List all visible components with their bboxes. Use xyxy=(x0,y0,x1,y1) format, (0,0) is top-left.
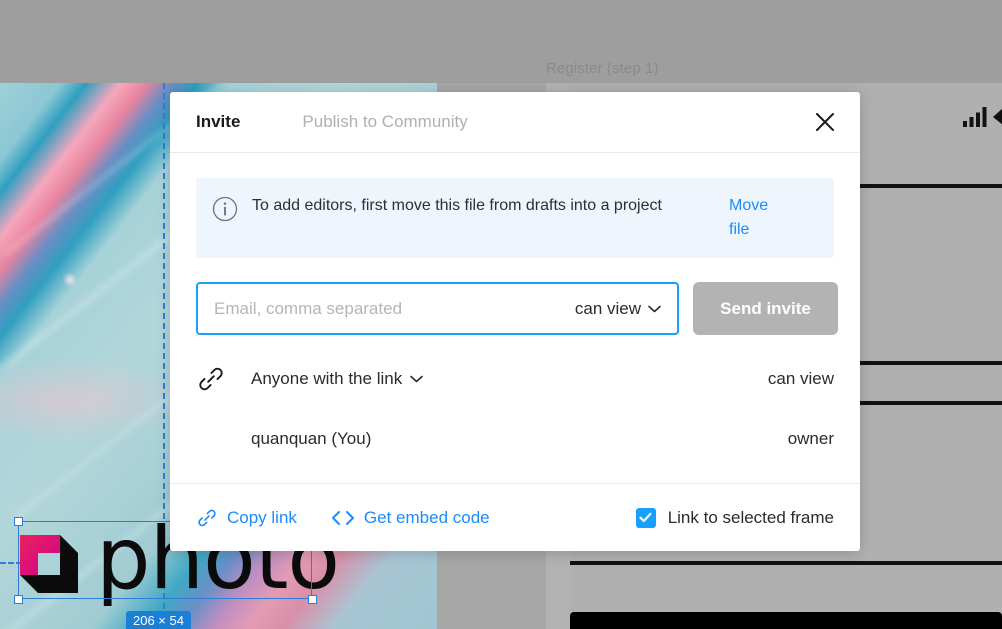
info-circle-icon xyxy=(212,196,238,227)
email-input[interactable]: Email, comma separated can view xyxy=(196,282,679,335)
tab-invite[interactable]: Invite xyxy=(196,112,240,132)
access-name-label: Anyone with the link xyxy=(251,369,403,388)
get-embed-code-label: Get embed code xyxy=(363,507,490,527)
link-to-selected-frame-label: Link to selected frame xyxy=(667,507,834,527)
access-name-owner: quanquan (You) xyxy=(251,429,788,449)
checkbox[interactable] xyxy=(635,507,656,528)
frame-label[interactable]: Register (step 1) xyxy=(546,60,659,77)
code-brackets-icon xyxy=(331,510,354,525)
tab-publish-to-community[interactable]: Publish to Community xyxy=(302,112,467,132)
size-badge: 206 × 54 xyxy=(126,611,191,629)
access-row-anyone-with-link: Anyone with the link can view xyxy=(196,349,834,409)
selection-handle-bottom-left[interactable] xyxy=(14,595,23,604)
email-input-placeholder: Email, comma separated xyxy=(214,298,403,318)
access-role-label[interactable]: can view xyxy=(768,369,834,389)
info-banner: To add editors, first move this file fro… xyxy=(196,178,834,258)
check-icon xyxy=(639,512,652,523)
selection-handle-bottom-right[interactable] xyxy=(308,595,317,604)
dialog-body: To add editors, first move this file fro… xyxy=(170,153,860,483)
link-icon xyxy=(196,364,251,394)
get-embed-code-button[interactable]: Get embed code xyxy=(331,508,490,528)
access-role-label: owner xyxy=(787,429,834,448)
dialog-footer: Copy link Get embed code Link to selecte… xyxy=(170,483,860,551)
app-root: NEXT Register (step 1) photo xyxy=(0,0,1002,629)
copy-link-label: Copy link xyxy=(227,507,297,527)
share-dialog: Invite Publish to Community To add edito… xyxy=(170,92,860,551)
close-button[interactable] xyxy=(810,107,840,137)
send-invite-button[interactable]: Send invite xyxy=(693,282,838,335)
close-icon xyxy=(816,113,834,131)
next-button[interactable]: NEXT xyxy=(570,612,1002,629)
invite-permission-select[interactable]: can view xyxy=(575,299,661,319)
access-name-label: quanquan (You) xyxy=(251,429,372,448)
chevron-down-icon xyxy=(410,375,424,383)
canvas-top-band xyxy=(0,0,1002,83)
form-field-divider xyxy=(570,561,1002,565)
invite-row: Email, comma separated can view Send inv… xyxy=(196,282,838,335)
copy-link-button[interactable]: Copy link xyxy=(196,507,297,529)
anyone-with-link-select[interactable]: Anyone with the link xyxy=(251,369,768,389)
access-list: Anyone with the link can view quanquan (… xyxy=(196,349,834,483)
link-icon xyxy=(198,509,216,526)
selection-handle-top-left[interactable] xyxy=(14,517,23,526)
info-banner-text: To add editors, first move this file fro… xyxy=(252,197,662,214)
dialog-header: Invite Publish to Community xyxy=(170,92,860,153)
link-to-selected-frame-toggle[interactable]: Link to selected frame xyxy=(635,507,834,528)
move-file-link[interactable]: Move file xyxy=(729,194,785,242)
invite-permission-label: can view xyxy=(574,298,641,318)
cellular-signal-icon xyxy=(963,107,1002,127)
chevron-down-icon xyxy=(648,305,661,312)
access-row-owner: quanquan (You) owner xyxy=(196,409,834,469)
